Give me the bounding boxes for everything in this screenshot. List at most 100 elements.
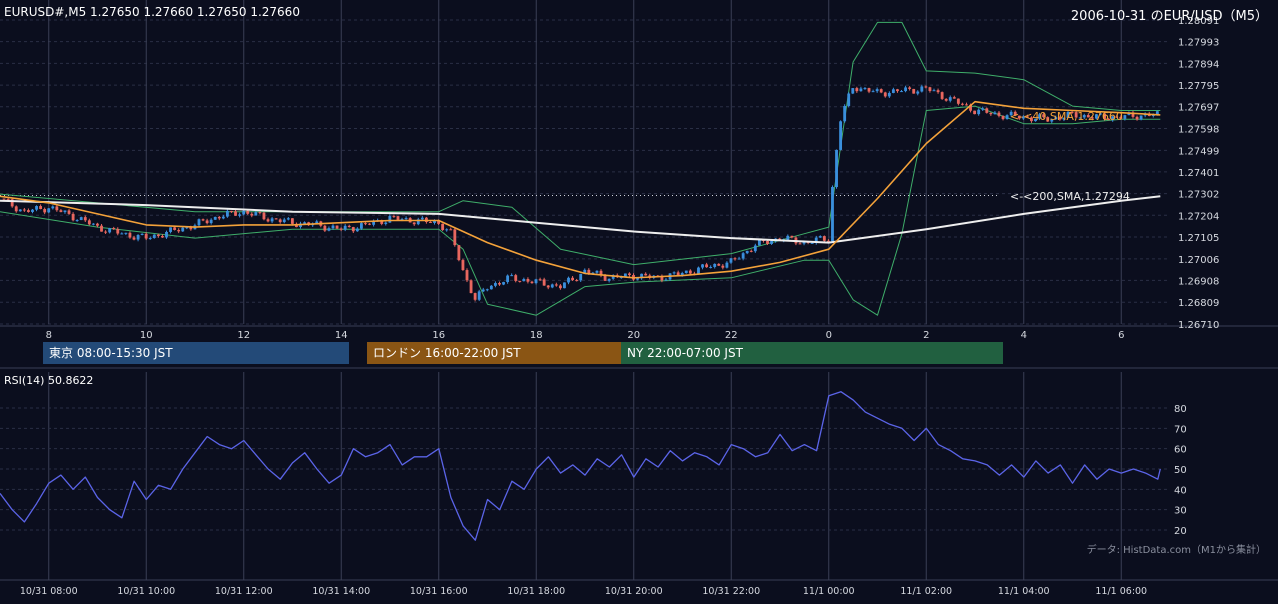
price-x-tick-label: 14 (335, 330, 348, 341)
candle-body (558, 285, 562, 289)
rsi-x-tick-label: 11/1 00:00 (803, 586, 855, 597)
candle-body (989, 112, 993, 115)
candle-body (912, 88, 916, 94)
price-grid (0, 0, 1278, 369)
candle-body (47, 208, 51, 213)
candle-body (445, 229, 449, 231)
candle-body (14, 206, 18, 212)
candle-body (904, 87, 907, 92)
candle-body (79, 217, 83, 221)
candle-body (940, 92, 944, 99)
candle-body (973, 110, 977, 115)
candle-body (209, 219, 213, 224)
candle-body (1005, 115, 1009, 120)
rsi-y-tick-label: 60 (1174, 445, 1187, 456)
rsi-y-tick-label: 50 (1174, 465, 1187, 476)
candle-body (587, 269, 591, 274)
candle-body (169, 227, 172, 232)
candle-body (181, 227, 185, 232)
candle-body (404, 218, 408, 220)
price-x-tick-label: 2 (923, 330, 929, 341)
price-x-tick-label: 22 (725, 330, 738, 341)
candle-body (855, 88, 859, 92)
candle-body (43, 209, 47, 213)
rsi-y-tick-label: 70 (1174, 424, 1187, 435)
candle-body (457, 245, 461, 261)
candle-body (339, 228, 343, 230)
price-y-tick-label: 1.27795 (1178, 81, 1219, 92)
candle-body (441, 223, 445, 230)
rsi-y-tick-label: 80 (1174, 404, 1187, 415)
candle-body (144, 233, 148, 239)
candle-body (831, 187, 834, 242)
candle-body (270, 218, 274, 222)
candle-body (965, 104, 968, 106)
candle-body (343, 225, 347, 230)
candle-body (254, 212, 258, 216)
price-x-tick-label: 10 (140, 330, 153, 341)
price-y-tick-label: 1.26809 (1178, 298, 1219, 309)
price-y-tick-label: 1.27105 (1178, 233, 1219, 244)
candle-body (165, 231, 168, 238)
bollinger-lower-line (0, 105, 1161, 316)
candle-body (91, 223, 95, 225)
candle-body (120, 233, 124, 235)
candle-body (928, 87, 932, 91)
candle-body (67, 210, 71, 214)
candle-body (790, 235, 794, 238)
candle-body (896, 89, 899, 92)
candle-body (331, 225, 335, 229)
candle-body (83, 217, 87, 221)
candle-body (887, 92, 891, 97)
candle-body (936, 90, 940, 93)
candle-body (412, 222, 416, 225)
candle-body (644, 273, 648, 276)
candle-body (766, 240, 769, 244)
candle-body (977, 109, 981, 115)
candle-body (286, 218, 290, 220)
candle-body (916, 91, 920, 94)
candle-body (221, 216, 225, 219)
candle-body (952, 97, 956, 99)
candle-body (100, 225, 103, 232)
candle-body (725, 262, 729, 268)
session-london-bar: ロンドン 16:00-22:00 JST (367, 342, 621, 364)
candle-body (672, 272, 676, 274)
candle-body (506, 275, 510, 283)
candle-body (676, 272, 680, 275)
candle-body (701, 264, 704, 268)
price-y-tick-label: 1.27894 (1178, 59, 1219, 70)
rsi-label: RSI(14) 50.8622 (4, 374, 94, 387)
candle-body (22, 209, 26, 211)
candle-body (112, 228, 116, 230)
candle-body (879, 89, 883, 93)
candle-body (680, 273, 684, 275)
candle-body (542, 279, 546, 286)
candle-body (554, 284, 558, 286)
candle-body (290, 218, 294, 224)
candle-body (368, 223, 371, 225)
candle-body (534, 279, 538, 284)
candle-body (530, 281, 534, 284)
price-x-axis: 8 10 12 14 16 18 20 22 0 2 4 6 (46, 330, 1125, 341)
candle-body (177, 229, 181, 232)
rsi-x-tick-label: 10/31 12:00 (215, 586, 273, 597)
rsi-x-tick-label: 10/31 10:00 (117, 586, 175, 597)
candle-body (396, 216, 400, 220)
candle-body (514, 275, 518, 281)
price-x-tick-label: 12 (237, 330, 250, 341)
candle-body (944, 98, 948, 101)
candle-body (148, 238, 152, 240)
candle-body (900, 91, 903, 93)
price-plot (0, 21, 1161, 316)
candle-body (571, 277, 575, 281)
candle-body (71, 213, 75, 221)
candle-body (238, 214, 242, 216)
price-x-tick-label: 16 (432, 330, 445, 341)
rsi-x-tick-label: 10/31 18:00 (507, 586, 565, 597)
candle-body (867, 88, 871, 92)
candle-body (741, 253, 745, 259)
chart-title: 2006-10-31 のEUR/USD（M5） (1070, 9, 1268, 24)
rsi-x-tick-label: 10/31 16:00 (410, 586, 468, 597)
candle-body (128, 232, 132, 238)
